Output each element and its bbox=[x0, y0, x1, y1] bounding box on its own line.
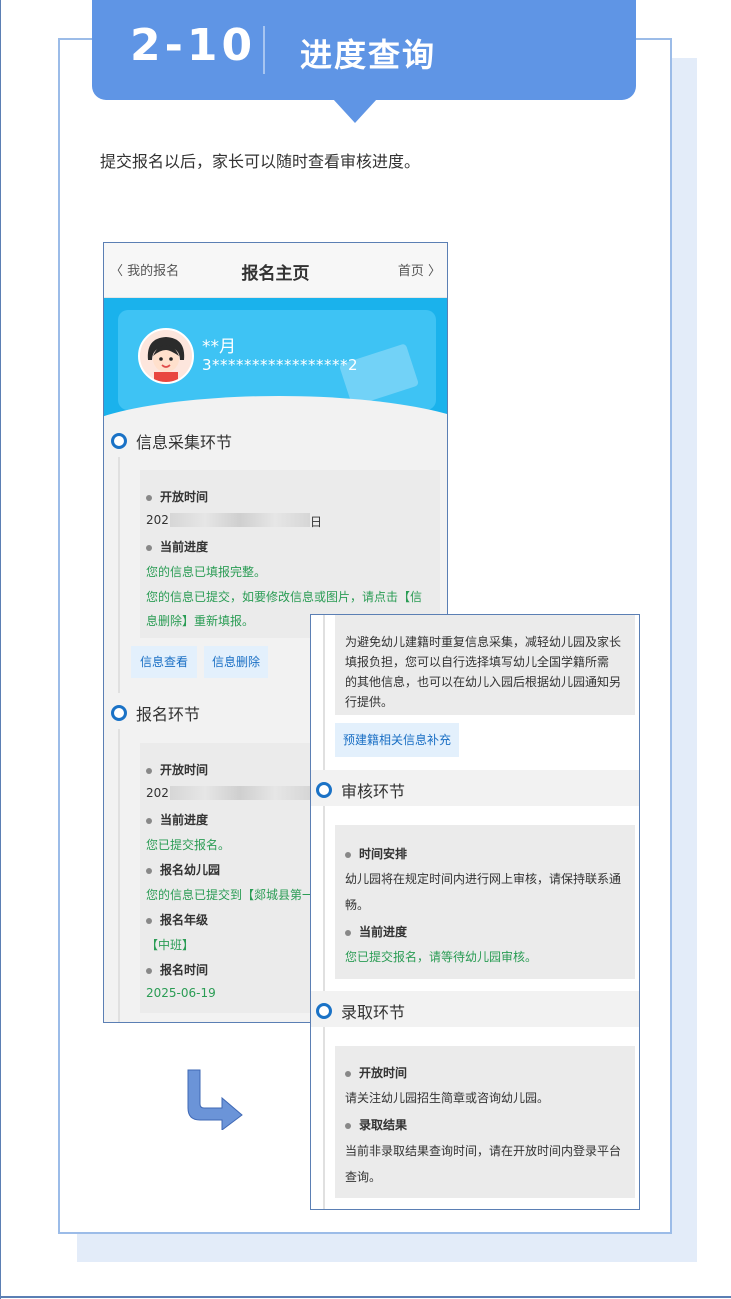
user-banner: **月 3*****************2 bbox=[104, 298, 447, 428]
girl-avatar-icon bbox=[140, 330, 192, 382]
progress-screen-continued: 为避免幼儿建籍时重复信息采集，减轻幼儿园及家长 填报负担，您可以自行选择填写幼儿… bbox=[310, 614, 640, 1210]
step-title: 进度查询 bbox=[300, 36, 437, 74]
open-time-label: 开放时间 bbox=[146, 761, 208, 778]
page-border-left bbox=[0, 0, 1, 1299]
registration-time-label: 报名时间 bbox=[146, 961, 208, 978]
page-border-bottom bbox=[0, 1296, 731, 1298]
info-view-button[interactable]: 信息查看 bbox=[131, 646, 197, 678]
notice-box: 为避免幼儿建籍时重复信息采集，减轻幼儿园及家长 填报负担，您可以自行选择填写幼儿… bbox=[335, 615, 635, 715]
schedule-line-1: 幼儿园将在规定时间内进行网上审核，请保持联系通 bbox=[345, 872, 622, 886]
notice-line-3: 的其他信息，也可以在幼儿入园后根据幼儿园通知另 bbox=[345, 675, 622, 689]
progress-label: 当前进度 bbox=[345, 923, 407, 940]
section-title: 信息采集环节 bbox=[136, 433, 233, 452]
supplement-info-button[interactable]: 预建籍相关信息补充 bbox=[335, 723, 459, 757]
schedule-line-2: 畅。 bbox=[345, 898, 370, 912]
grade-value: 【中班】 bbox=[146, 938, 195, 952]
open-time-value: 请关注幼儿园招生简章或咨询幼儿园。 bbox=[345, 1091, 550, 1105]
notice-line-1: 为避免幼儿建籍时重复信息采集，减轻幼儿园及家长 bbox=[345, 635, 622, 649]
progress-status: 您已提交报名，请等待幼儿园审核。 bbox=[345, 950, 538, 964]
nav-bar: 〈 我的报名 报名主页 首页 〉 bbox=[104, 243, 447, 298]
open-time-suffix: 日 bbox=[310, 515, 323, 529]
section-title: 录取环节 bbox=[341, 1003, 406, 1022]
progress-note-line1: 您的信息已提交，如要修改信息或图片，请点击【信 bbox=[146, 590, 423, 604]
intro-text: 提交报名以后，家长可以随时查看审核进度。 bbox=[100, 152, 421, 171]
blurred-date bbox=[170, 786, 310, 800]
info-delete-button[interactable]: 信息删除 bbox=[204, 646, 268, 678]
registration-time-value: 2025-06-19 bbox=[146, 986, 216, 1000]
open-time-label: 开放时间 bbox=[345, 1064, 407, 1081]
info-collection-details: 开放时间 202 日 当前进度 您的信息已填报完整。 您的信息已提交，如要修改信… bbox=[140, 470, 440, 638]
open-time-prefix: 202 bbox=[146, 786, 169, 800]
progress-label: 当前进度 bbox=[146, 811, 208, 828]
result-line-2: 查询。 bbox=[345, 1170, 382, 1184]
schedule-label: 时间安排 bbox=[345, 845, 407, 862]
notice-line-2: 填报负担，您可以自行选择填写幼儿全国学籍所需 bbox=[345, 655, 610, 669]
kindergarten-label: 报名幼儿园 bbox=[146, 861, 220, 878]
arrow-down-right-icon bbox=[187, 1069, 243, 1130]
section-review: 审核环节 bbox=[311, 770, 639, 806]
nav-title: 报名主页 bbox=[241, 264, 310, 284]
timeline-dot bbox=[111, 433, 127, 449]
notice-line-4: 行提供。 bbox=[345, 695, 394, 709]
blurred-date bbox=[170, 513, 310, 527]
user-id-number: 3*****************2 bbox=[202, 356, 359, 374]
section-title: 报名环节 bbox=[136, 705, 201, 724]
grade-label: 报名年级 bbox=[146, 911, 208, 928]
step-number: 2-10 bbox=[130, 20, 257, 71]
section-info-collection: 信息采集环节 bbox=[104, 421, 447, 457]
timeline-line bbox=[323, 615, 325, 1209]
timeline-dot bbox=[316, 1003, 332, 1019]
open-time-label: 开放时间 bbox=[146, 488, 208, 505]
review-details: 时间安排 幼儿园将在规定时间内进行网上审核，请保持联系通 畅。 当前进度 您已提… bbox=[335, 825, 635, 979]
user-name: **月 bbox=[202, 337, 236, 357]
section-admission: 录取环节 bbox=[311, 991, 639, 1027]
timeline-dot bbox=[316, 782, 332, 798]
section-title: 审核环节 bbox=[341, 782, 406, 801]
result-line-1: 当前非录取结果查询时间，请在开放时间内登录平台 bbox=[345, 1144, 622, 1158]
header-divider bbox=[263, 26, 265, 74]
timeline-line bbox=[118, 443, 120, 1022]
progress-label: 当前进度 bbox=[146, 538, 208, 555]
admission-details: 开放时间 请关注幼儿园招生简章或咨询幼儿园。 录取结果 当前非录取结果查询时间，… bbox=[335, 1046, 635, 1198]
header-pointer bbox=[333, 99, 377, 123]
progress-note-line2: 息删除】重新填报。 bbox=[146, 614, 255, 628]
home-link[interactable]: 首页 〉 bbox=[398, 260, 441, 279]
open-time-prefix: 202 bbox=[146, 513, 169, 527]
result-label: 录取结果 bbox=[345, 1116, 407, 1133]
progress-status: 您已提交报名。 bbox=[146, 838, 231, 852]
kindergarten-value: 您的信息已提交到【郯城县第一 bbox=[146, 888, 315, 902]
timeline-dot bbox=[111, 705, 127, 721]
avatar bbox=[138, 328, 194, 384]
progress-status: 您的信息已填报完整。 bbox=[146, 565, 267, 579]
